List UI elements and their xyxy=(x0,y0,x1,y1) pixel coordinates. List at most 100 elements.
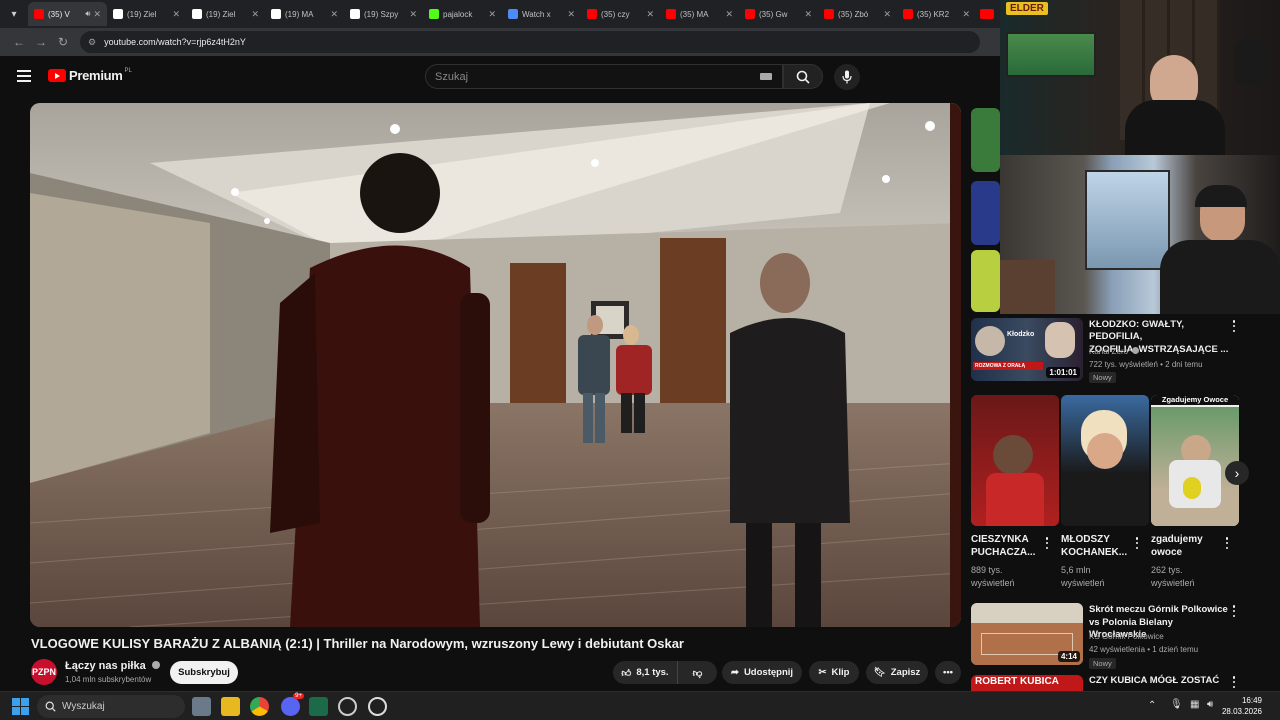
taskbar-search[interactable]: Wyszukaj xyxy=(37,695,185,718)
microphone-icon[interactable]: 🎙︎ xyxy=(1170,699,1183,710)
search-input[interactable]: Szukaj xyxy=(425,64,783,89)
microphone-icon xyxy=(842,70,852,84)
rec-thumbnail-partial[interactable] xyxy=(971,108,1000,172)
clip-button[interactable]: ✂ Klip xyxy=(809,661,859,684)
more-vert-icon[interactable] xyxy=(1232,320,1236,332)
short-thumbnail[interactable] xyxy=(971,395,1059,526)
rec-channel[interactable]: Kanał Zero xyxy=(1089,346,1140,357)
close-tab-icon[interactable]: ✕ xyxy=(93,9,101,20)
channel-name[interactable]: Łączy nas piłka xyxy=(65,660,160,672)
rec-meta: 42 wyświetlenia • 1 dzień temu xyxy=(1089,645,1199,654)
channel-avatar[interactable]: PZPN xyxy=(31,659,57,685)
tab-title: (19) Ziel xyxy=(127,9,157,19)
short-title[interactable]: zgadujemy owoce xyxy=(1151,533,1203,559)
short-thumbnail[interactable]: Zgadujemy Owoce xyxy=(1151,395,1239,526)
more-vert-icon[interactable] xyxy=(1045,537,1049,549)
webcam-overlay: ELDER xyxy=(1000,0,1280,314)
browser-tab[interactable]: (19) Ziel ✕ xyxy=(107,2,186,26)
reload-icon[interactable]: ↻ xyxy=(52,31,74,53)
rec-thumbnail[interactable]: Kłodzko ROZMOWA Z ORAŁĄ 1:01:01 xyxy=(971,318,1083,381)
rec-thumbnail[interactable]: 4:14 xyxy=(971,603,1083,665)
forward-icon[interactable]: → xyxy=(30,31,52,53)
tab-favicon-icon xyxy=(429,9,439,19)
discord-icon[interactable]: 9+ xyxy=(281,693,304,716)
rec-channel[interactable]: KS Górnik Polkowice xyxy=(1089,631,1164,642)
tab-audio-icon[interactable]: 🔊︎ xyxy=(85,9,90,19)
browser-tab[interactable]: (35) czy ✕ xyxy=(581,2,660,26)
back-icon[interactable]: ← xyxy=(8,31,30,53)
more-vert-icon[interactable] xyxy=(1232,605,1236,617)
save-button[interactable]: 🔖︎ Zapisz xyxy=(866,661,928,684)
more-vert-icon[interactable] xyxy=(1225,537,1229,549)
rec-thumbnail-partial[interactable] xyxy=(971,181,1000,245)
thumb-label: Zgadujemy Owoce xyxy=(1151,395,1239,405)
search-button[interactable] xyxy=(783,64,823,89)
browser-tab[interactable]: (35) KR2 ✕ xyxy=(897,2,976,26)
browser-tab[interactable]: (35) Gw ✕ xyxy=(739,2,818,26)
close-tab-icon[interactable]: ✕ xyxy=(646,9,654,20)
rec-thumbnail-partial[interactable] xyxy=(971,250,1000,312)
browser-tab[interactable]: pajalock ✕ xyxy=(423,2,502,26)
short-thumbnail[interactable] xyxy=(1061,395,1149,526)
volume-icon[interactable]: 🔊︎ xyxy=(1207,699,1213,710)
close-tab-icon[interactable]: ✕ xyxy=(883,9,891,20)
chrome-icon[interactable] xyxy=(250,697,269,716)
shelf-next-button[interactable]: › xyxy=(1225,461,1249,485)
excel-icon[interactable] xyxy=(309,697,328,716)
obs-icon[interactable] xyxy=(338,697,357,716)
system-clock[interactable]: 16:49 28.03.2026 xyxy=(1222,695,1262,717)
browser-tab[interactable]: (19) Szpy ✕ xyxy=(344,2,423,26)
browser-tab[interactable]: (35) V 🔊︎ ✕ xyxy=(28,2,107,26)
more-vert-icon[interactable] xyxy=(1232,676,1236,688)
close-tab-icon[interactable]: ✕ xyxy=(488,9,496,20)
menu-icon[interactable] xyxy=(17,70,31,82)
close-tab-icon[interactable]: ✕ xyxy=(567,9,575,20)
like-count: 8,1 tys. xyxy=(636,667,669,678)
youtube-logo[interactable]: Premium PL xyxy=(48,68,132,83)
file-explorer-icon[interactable] xyxy=(221,697,240,716)
save-label: Zapisz xyxy=(890,667,921,678)
dislike-button[interactable]: 👎︎ xyxy=(677,661,717,684)
rec-thumbnail[interactable]: ROBERT KUBICA xyxy=(971,675,1083,691)
close-tab-icon[interactable]: ✕ xyxy=(330,9,338,20)
close-tab-icon[interactable]: ✕ xyxy=(409,9,417,20)
site-info-icon[interactable]: ⚙ xyxy=(88,37,96,48)
close-tab-icon[interactable]: ✕ xyxy=(804,9,812,20)
close-tab-icon[interactable]: ✕ xyxy=(962,9,970,20)
video-player[interactable] xyxy=(30,103,961,627)
close-tab-icon[interactable]: ✕ xyxy=(251,9,259,20)
clock-time: 16:49 xyxy=(1241,696,1262,705)
subscribe-button[interactable]: Subskrybuj xyxy=(170,661,238,684)
chevron-up-icon[interactable]: ⌃ xyxy=(1148,700,1156,711)
rec-title[interactable]: CZY KUBICA MÓGŁ ZOSTAĆ xyxy=(1089,675,1229,687)
voice-search-button[interactable] xyxy=(834,64,860,90)
short-views-line: 262 tys. xyxy=(1151,565,1183,575)
like-button[interactable]: 👍︎ 8,1 tys. xyxy=(613,661,677,684)
browser-tab[interactable]: Watch x ✕ xyxy=(502,2,581,26)
task-view-icon[interactable] xyxy=(192,697,211,716)
short-title[interactable]: MŁODSZY KOCHANEK... xyxy=(1061,533,1127,559)
tab-search-button[interactable]: ▾ xyxy=(4,4,24,24)
share-button[interactable]: ➦ Udostępnij xyxy=(722,661,802,684)
browser-tab[interactable]: (35) MA ✕ xyxy=(660,2,739,26)
browser-tab[interactable]: (19) MA ✕ xyxy=(265,2,344,26)
browser-tab[interactable]: (35) Zbó ✕ xyxy=(818,2,897,26)
close-tab-icon[interactable]: ✕ xyxy=(172,9,180,20)
overflow-tab-favicon[interactable] xyxy=(980,9,994,19)
tab-favicon-icon xyxy=(824,9,834,19)
short-title[interactable]: CIESZYNKA PUCHACZA... xyxy=(971,533,1035,559)
scissors-icon: ✂ xyxy=(818,667,827,678)
more-vert-icon[interactable] xyxy=(1135,537,1139,549)
url-field[interactable]: ⚙ youtube.com/watch?v=rjp6z4tH2nY xyxy=(80,31,980,53)
notification-badge: 9+ xyxy=(293,693,304,699)
close-tab-icon[interactable]: ✕ xyxy=(725,9,733,20)
browser-tab[interactable]: (19) Ziel ✕ xyxy=(186,2,265,26)
rec-title-line: KŁODZKO: GWAŁTY, PEDOFILIA, xyxy=(1089,319,1184,342)
short-title-line: PUCHACZA... xyxy=(971,547,1036,558)
network-icon[interactable]: ▦ xyxy=(1190,699,1199,710)
steelseries-icon[interactable] xyxy=(368,697,387,716)
keyboard-icon[interactable] xyxy=(760,73,772,80)
windows-start-icon[interactable] xyxy=(12,698,29,715)
tab-favicon-icon xyxy=(113,9,123,19)
more-actions-button[interactable]: ••• xyxy=(935,661,961,684)
